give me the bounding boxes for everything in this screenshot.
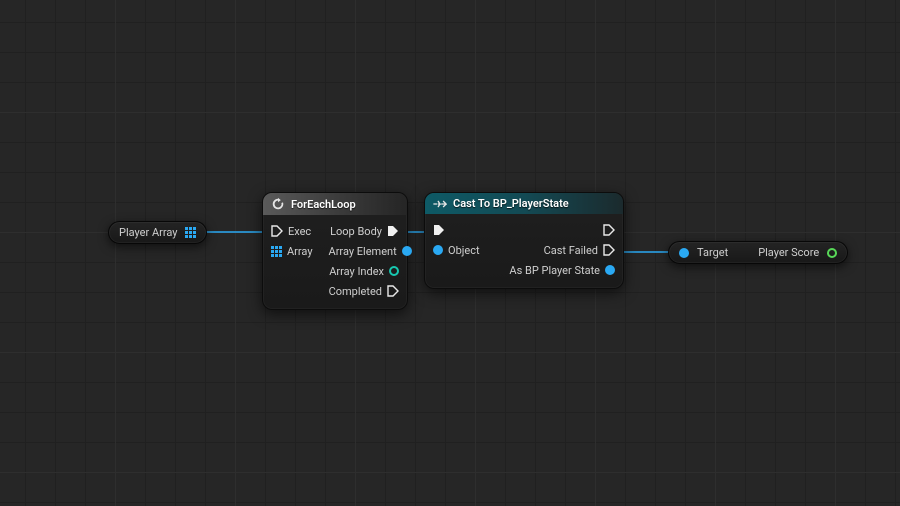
pin-label-output: Player Score <box>758 246 819 259</box>
exec-pin-icon <box>433 224 445 236</box>
node-header[interactable]: Cast To BP_PlayerState <box>425 193 623 214</box>
node-foreachloop[interactable]: ForEachLoop Exec Loop Body Array <box>262 192 408 310</box>
node-body: Object Cast Failed As BP Player State <box>425 214 623 288</box>
pin-array-in[interactable]: Array <box>263 245 321 258</box>
exec-pin-icon <box>271 225 283 237</box>
pin-array-element[interactable]: Array Element <box>321 245 420 258</box>
node-title: ForEachLoop <box>291 198 356 211</box>
pin-exec-out[interactable] <box>595 224 623 236</box>
target-pin-icon[interactable] <box>679 248 689 258</box>
pin-cast-failed[interactable]: Cast Failed <box>536 244 623 257</box>
data-pin-icon <box>433 245 443 255</box>
pin-label-target: Target <box>697 246 728 259</box>
exec-pin-icon <box>603 244 615 256</box>
pin-loop-body[interactable]: Loop Body <box>322 225 407 238</box>
array-pin-icon <box>271 246 282 257</box>
pin-array-index[interactable]: Array Index <box>321 265 407 278</box>
data-pin-icon <box>605 265 615 275</box>
data-pin-icon <box>389 266 399 276</box>
variable-get-player-score[interactable]: Target Player Score <box>668 241 848 264</box>
cast-icon <box>433 198 447 210</box>
node-header[interactable]: ForEachLoop <box>263 193 407 215</box>
data-pin-icon <box>402 246 412 256</box>
pin-completed[interactable]: Completed <box>321 285 407 298</box>
exec-pin-icon <box>603 224 615 236</box>
output-pin-icon[interactable] <box>827 248 837 258</box>
pin-as-bp-player-state[interactable]: As BP Player State <box>501 264 623 277</box>
node-body: Exec Loop Body Array Array Element <box>263 215 407 309</box>
variable-label: Player Array <box>119 226 177 239</box>
array-output-pin-icon[interactable] <box>185 227 196 238</box>
exec-pin-icon <box>387 225 399 237</box>
node-title: Cast To BP_PlayerState <box>453 197 569 210</box>
pin-exec-in[interactable]: Exec <box>263 225 319 238</box>
variable-get-player-array[interactable]: Player Array <box>108 221 207 244</box>
exec-pin-icon <box>387 285 399 297</box>
node-cast-to-bp-playerstate[interactable]: Cast To BP_PlayerState Object Cast Faile… <box>424 192 624 289</box>
loop-icon <box>271 197 285 211</box>
pin-object-in[interactable]: Object <box>425 244 488 257</box>
pin-exec-in[interactable] <box>425 224 453 236</box>
